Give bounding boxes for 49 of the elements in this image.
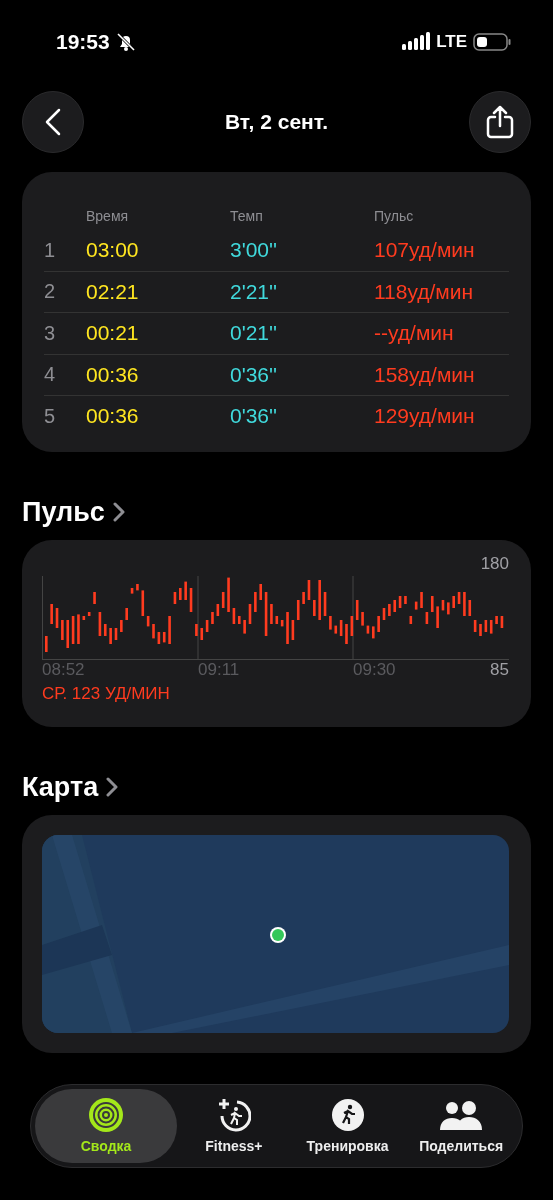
back-icon <box>45 108 61 136</box>
column-header: Темп <box>230 208 264 226</box>
network-label: LTE <box>436 32 467 52</box>
section-title: Пульс <box>22 496 105 528</box>
tab-item[interactable]: Поделиться <box>404 1089 518 1163</box>
time-label: 09:30 <box>353 660 396 681</box>
split-pace: 0'36'' <box>230 362 279 387</box>
split-time: 00:21 <box>86 321 140 346</box>
column-header: Пульс <box>374 208 415 226</box>
split-number: 1 <box>44 238 57 262</box>
share-icon <box>486 105 514 139</box>
axis-label: 85 <box>490 660 509 681</box>
fitness-plus-icon <box>216 1098 251 1132</box>
battery-icon <box>473 33 511 51</box>
split-time: 02:21 <box>86 279 140 304</box>
status-time: 19:53 <box>56 30 110 54</box>
split-number: 2 <box>44 280 57 304</box>
average-label: СР. 123 УД/МИН <box>42 684 170 703</box>
split-pulse: 158уд/мин <box>374 362 476 387</box>
time-label: 09:11 <box>198 660 240 681</box>
chevron-icon <box>106 777 119 797</box>
tab-item[interactable]: Сводка <box>35 1089 178 1163</box>
rings-icon <box>89 1098 124 1132</box>
split-pace: 0'21'' <box>230 321 279 346</box>
split-pace: 2'21'' <box>230 279 279 304</box>
axis-label: 180 <box>480 554 509 575</box>
split-time: 03:00 <box>86 238 140 263</box>
signal-icon <box>402 32 431 52</box>
split-number: 5 <box>44 404 57 428</box>
split-number: 3 <box>44 321 57 345</box>
chevron-icon <box>112 502 125 522</box>
split-time: 00:36 <box>86 404 140 429</box>
tab-item[interactable]: Тренировка <box>290 1089 405 1163</box>
split-pulse: --уд/мин <box>374 321 455 346</box>
section-title: Карта <box>22 771 99 803</box>
split-number: 4 <box>44 363 57 387</box>
people-icon <box>439 1098 484 1132</box>
tab-item[interactable]: Fitness+ <box>177 1089 291 1163</box>
split-pulse: 107уд/мин <box>374 238 476 263</box>
split-time: 00:36 <box>86 362 140 387</box>
split-pulse: 129уд/мин <box>374 404 476 429</box>
column-header: Время <box>86 208 130 226</box>
split-pulse: 118уд/мин <box>374 279 475 304</box>
runner-icon <box>330 1098 365 1132</box>
split-pace: 0'36'' <box>230 404 279 429</box>
split-pace: 3'00'' <box>230 238 279 263</box>
bell-muted-icon <box>115 32 136 52</box>
screen-title: Вт, 2 сент. <box>224 110 329 134</box>
time-label: 08:52 <box>42 660 85 681</box>
